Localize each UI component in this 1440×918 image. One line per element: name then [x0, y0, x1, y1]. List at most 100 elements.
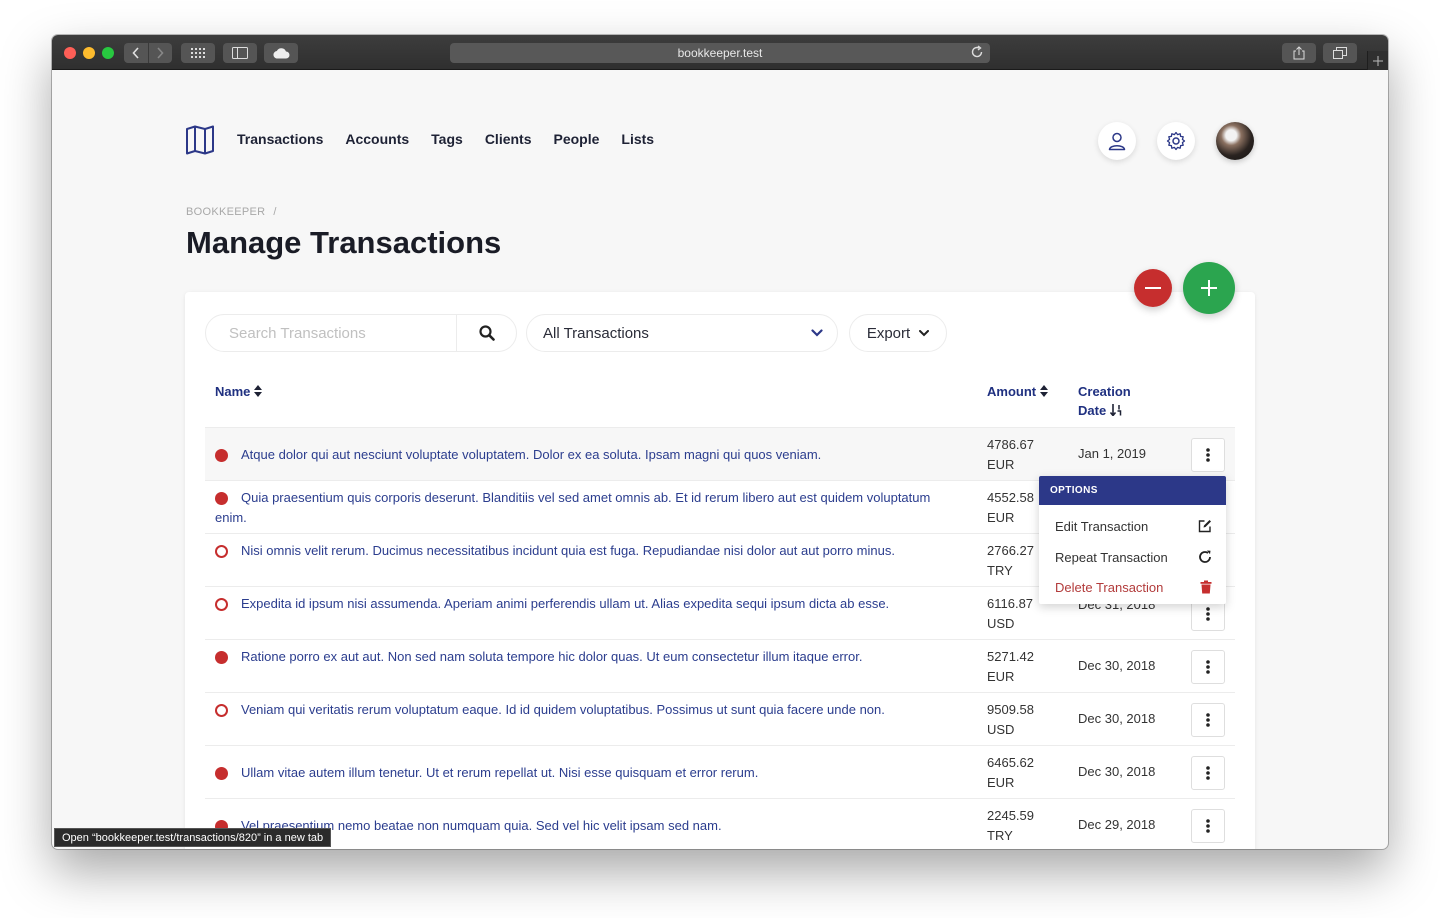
breadcrumb-root[interactable]: BOOKKEEPER	[186, 206, 265, 218]
settings-button[interactable]	[1157, 122, 1195, 160]
transaction-name-link[interactable]: Expedita id ipsum nisi assumenda. Aperia…	[215, 594, 950, 614]
map-book-icon	[186, 125, 214, 155]
table-row[interactable]: Ratione porro ex aut aut. Non sed nam so…	[205, 639, 1235, 692]
nav-transactions[interactable]: Transactions	[237, 131, 323, 147]
chevron-right-icon	[157, 47, 164, 59]
table-row[interactable]: Veniam qui veritatis rerum voluptatum ea…	[205, 692, 1235, 745]
amount-currency: EUR	[987, 457, 1015, 472]
transaction-date: Dec 30, 2018	[1078, 764, 1156, 779]
row-options-button[interactable]	[1191, 650, 1225, 684]
bookkeeper-logo[interactable]	[185, 125, 215, 160]
chevron-down-icon	[811, 329, 823, 337]
url-text: bookkeeper.test	[677, 46, 763, 60]
amount-value: 6465.62	[987, 755, 1034, 770]
share-button[interactable]	[1282, 43, 1316, 63]
options-header: OPTIONS	[1039, 476, 1226, 505]
trash-icon	[1200, 580, 1212, 594]
tabs-icon	[1333, 47, 1347, 59]
row-options-button[interactable]	[1191, 438, 1225, 472]
nav-clients[interactable]: Clients	[485, 131, 532, 147]
amount-value: 5271.42	[987, 649, 1034, 664]
cloud-icon	[273, 48, 290, 59]
transaction-date: Dec 29, 2018	[1078, 817, 1156, 832]
minimize-window-button[interactable]	[83, 47, 95, 59]
vertical-dots-icon	[1206, 448, 1210, 462]
transaction-amount: 5271.42 EUR	[987, 647, 1049, 687]
plus-icon	[1201, 280, 1217, 296]
row-options-button[interactable]	[1191, 809, 1225, 843]
avatar[interactable]	[1216, 122, 1254, 160]
export-button[interactable]: Export	[849, 314, 947, 352]
link-status-bar: Open “bookkeeper.test/transactions/820” …	[54, 828, 332, 847]
transaction-amount: 4786.67 EUR	[987, 435, 1049, 475]
icloud-tabs-button[interactable]	[264, 43, 298, 63]
grid-icon	[191, 48, 205, 58]
search-box	[205, 314, 517, 352]
nav-tags[interactable]: Tags	[431, 131, 463, 147]
amount-currency: TRY	[987, 828, 1013, 843]
vertical-dots-icon	[1206, 713, 1210, 727]
transaction-name-link[interactable]: Ratione porro ex aut aut. Non sed nam so…	[215, 647, 950, 667]
apps-grid-button[interactable]	[181, 43, 215, 63]
sort-icon	[254, 385, 263, 397]
delete-transaction-option[interactable]: Delete Transaction	[1039, 572, 1226, 602]
minus-icon	[1145, 287, 1161, 289]
tabs-overview-button[interactable]	[1323, 43, 1357, 63]
chevron-left-icon	[132, 47, 139, 59]
search-icon	[478, 325, 495, 341]
main-nav: Transactions Accounts Tags Clients Peopl…	[237, 131, 654, 147]
sort-desc-icon	[1109, 404, 1122, 417]
plus-icon	[1373, 55, 1383, 66]
breadcrumb: BOOKKEEPER /	[186, 206, 277, 218]
sidebar-toggle-button[interactable]	[223, 43, 257, 63]
back-button[interactable]	[124, 43, 149, 63]
transaction-date: Dec 30, 2018	[1078, 711, 1156, 726]
share-icon	[1293, 46, 1305, 60]
reload-icon[interactable]	[970, 45, 984, 59]
row-options-button[interactable]	[1191, 756, 1225, 790]
history-nav	[124, 43, 172, 63]
transaction-name-link[interactable]: Nisi omnis velit rerum. Ducimus necessit…	[215, 541, 950, 561]
nav-accounts[interactable]: Accounts	[345, 131, 409, 147]
forward-button[interactable]	[148, 43, 172, 63]
add-transaction-button[interactable]	[1183, 262, 1235, 314]
breadcrumb-separator: /	[273, 206, 277, 218]
transaction-name-link[interactable]: Quia praesentium quis corporis deserunt.…	[215, 488, 950, 528]
amount-currency: USD	[987, 616, 1015, 631]
table-row[interactable]: Atque dolor qui aut nesciunt voluptate v…	[205, 427, 1235, 480]
column-header-name[interactable]: Name	[215, 382, 263, 401]
sort-icon	[1039, 385, 1048, 397]
export-label: Export	[866, 324, 911, 342]
column-header-amount[interactable]: Amount	[987, 382, 1048, 401]
transaction-date: Dec 30, 2018	[1078, 658, 1156, 673]
close-window-button[interactable]	[64, 47, 76, 59]
transaction-name-link[interactable]: Veniam qui veritatis rerum voluptatum ea…	[215, 700, 950, 720]
delete-selected-button[interactable]	[1134, 269, 1172, 307]
transaction-amount: 2245.59 TRY	[987, 806, 1049, 846]
profile-button[interactable]	[1098, 122, 1136, 160]
browser-window: bookkeeper.test Transactions Accounts Ta…	[52, 35, 1388, 849]
maximize-window-button[interactable]	[102, 47, 114, 59]
row-options-button[interactable]	[1191, 703, 1225, 737]
transaction-name-link[interactable]: Atque dolor qui aut nesciunt voluptate v…	[215, 445, 950, 465]
table-row[interactable]: Ullam vitae autem illum tenetur. Ut et r…	[205, 745, 1235, 798]
transaction-filter-select[interactable]: All Transactions	[526, 314, 838, 352]
vertical-dots-icon	[1206, 819, 1210, 833]
edit-transaction-option[interactable]: Edit Transaction	[1039, 511, 1226, 541]
transactions-card: All Transactions Export Name Amount Crea…	[185, 292, 1255, 849]
column-header-creation-date[interactable]: Creation Date	[1078, 382, 1158, 420]
amount-value: 2245.59	[987, 808, 1034, 823]
vertical-dots-icon	[1206, 660, 1210, 674]
gear-icon	[1166, 131, 1186, 151]
nav-lists[interactable]: Lists	[621, 131, 654, 147]
address-bar[interactable]: bookkeeper.test	[450, 43, 990, 63]
nav-people[interactable]: People	[554, 131, 600, 147]
amount-value: 4786.67	[987, 437, 1034, 452]
new-tab-button[interactable]	[1367, 51, 1388, 70]
table-row[interactable]: Vel praesentium nemo beatae non numquam …	[205, 798, 1235, 849]
repeat-transaction-option[interactable]: Repeat Transaction	[1039, 542, 1226, 572]
search-button[interactable]	[456, 315, 516, 351]
transaction-name-link[interactable]: Ullam vitae autem illum tenetur. Ut et r…	[215, 763, 950, 783]
search-input[interactable]	[206, 315, 456, 351]
amount-currency: EUR	[987, 775, 1015, 790]
